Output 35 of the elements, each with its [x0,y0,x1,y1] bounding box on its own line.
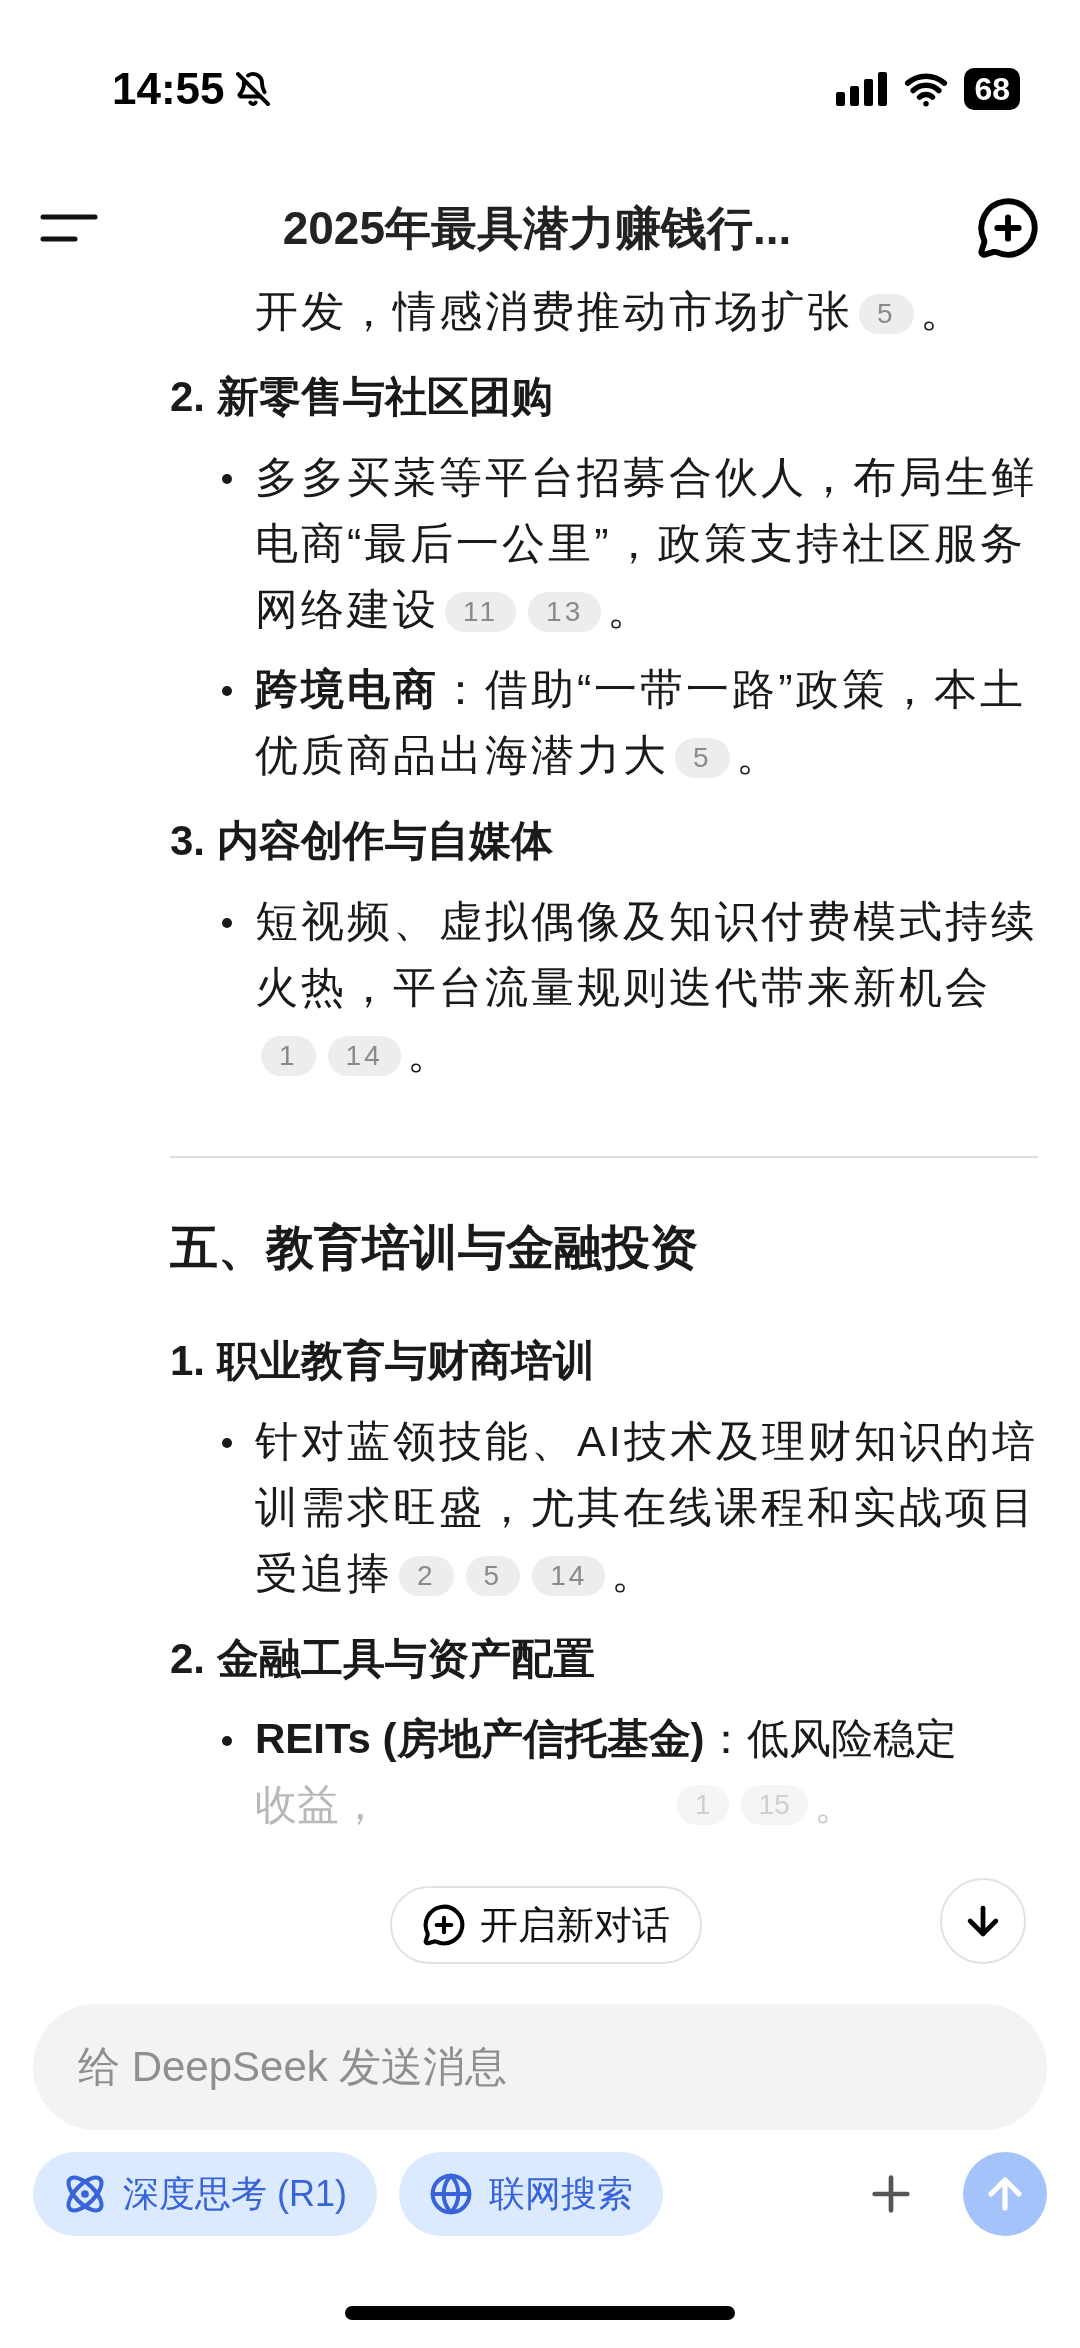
citation-link[interactable]: 5 [675,738,730,778]
citation-link[interactable]: 11 [445,592,517,632]
bullet-text: REITs (房地产信托基金)：低风险稳定 [255,1714,957,1764]
chat-plus-icon [422,1903,466,1947]
new-chat-icon[interactable] [976,196,1040,260]
list-heading: 1. 职业教育与财商培训 [170,1336,596,1386]
citation-link[interactable]: 1 [261,1036,316,1076]
list-heading: 2. 新零售与社区团购 [170,372,554,422]
bell-muted-icon [234,71,271,107]
bullet-text: 开发，情感消费推动市场扩张 5 。 [255,286,967,337]
globe-icon [429,2172,473,2216]
deep-think-toggle[interactable]: 深度思考 (R1) [33,2152,377,2236]
signal-icon [836,72,889,106]
citation-link[interactable]: 13 [528,592,602,632]
list-heading: 3. 内容创作与自媒体 [170,816,554,866]
bullet-text: 跨境电商：借助“一带一路”政策，本土优质商品出海潜力大 5 。 [255,664,1027,781]
citation-link[interactable]: 5 [859,294,914,334]
battery-indicator: 68 [964,68,1020,110]
bullet-text: 多多买菜等平台招募合伙人，布局生鲜电商“最后一公里”，政策支持社区服务网络建设 11 13 。 [255,452,1038,635]
citation-link[interactable]: 5 [465,1556,521,1596]
menu-icon[interactable] [40,213,98,243]
citation-link[interactable]: 14 [327,1036,401,1076]
citation-link[interactable]: 2 [399,1556,454,1596]
bullet-text: 。 [813,1780,856,1830]
chat-title: 2025年最具潜力赚钱行... [282,200,792,256]
message-input[interactable]: 给 DeepSeek 发送消息 [33,2004,1047,2130]
web-search-toggle[interactable]: 联网搜索 [399,2152,663,2236]
bullet-text: 针对蓝领技能、AI技术及理财知识的培训需求旺盛，尤其在线课程和实战项目受追捧 2 5 14 。 [255,1416,1039,1599]
new-chat-button[interactable]: 开启新对话 [390,1886,702,1964]
bullet-text: 短视频、虚拟偶像及知识付费模式持续火热，平台流量规则迭代带来新机会 1 14 。 [255,896,1038,1079]
status-time: 14:55 [112,63,225,115]
bullet-text: 收益， [255,1780,381,1830]
list-heading: 2. 金融工具与资产配置 [170,1634,596,1684]
section-heading: 五、教育培训与金融投资 [170,1220,699,1276]
citation-link[interactable]: 14 [532,1556,606,1596]
